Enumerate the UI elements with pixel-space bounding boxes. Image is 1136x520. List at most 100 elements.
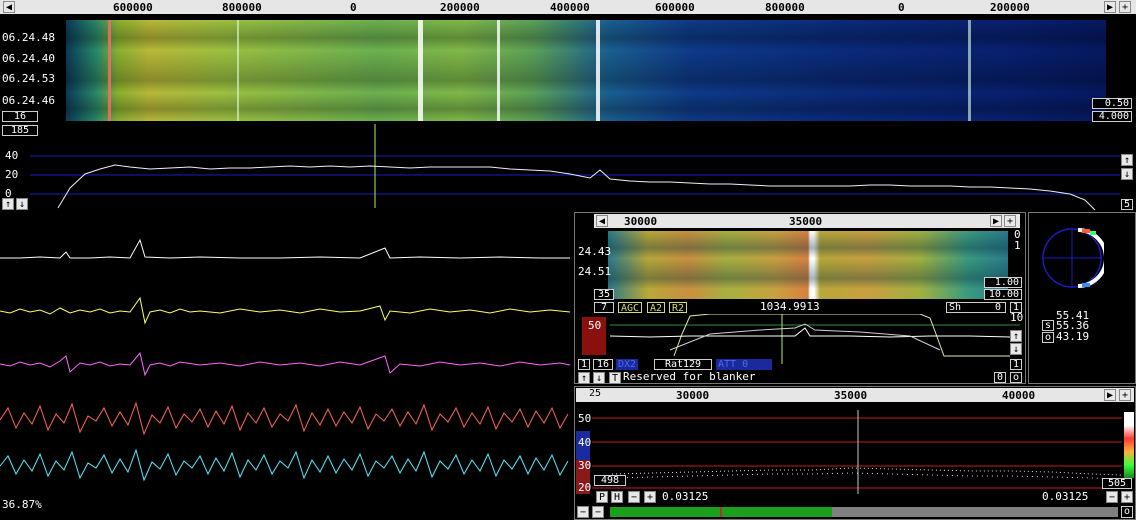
blanker-label: Reserved for blanker <box>623 370 756 383</box>
bottom-minus-2[interactable]: − <box>592 506 604 518</box>
sh-value: 0 <box>994 302 1001 313</box>
smeter-s-label[interactable]: s <box>1042 320 1054 331</box>
baseband-spectrum[interactable] <box>610 314 1020 364</box>
baseband-avg-box[interactable]: 35 <box>594 289 614 300</box>
baseband-num-box[interactable]: 7 <box>594 302 614 313</box>
hires-color-scale <box>1124 412 1134 478</box>
waterfall-time: 06.24.40 <box>2 52 55 65</box>
spectrum-right-up-button[interactable]: ↑ <box>1121 154 1133 166</box>
sh-box[interactable]: Sh 0 <box>946 302 1006 313</box>
hires-minus-button[interactable]: − <box>628 491 640 503</box>
trace-cyan <box>0 448 569 482</box>
spectrum-y-label: 20 <box>5 168 19 181</box>
baseband-scale-plus[interactable]: + <box>1004 215 1016 227</box>
hires-left-value[interactable]: 498 <box>594 475 626 486</box>
baseband-right-10: 10 <box>1010 311 1024 324</box>
baseband-waterfall[interactable] <box>608 231 1008 299</box>
att-button[interactable]: ATT 0 <box>716 359 772 370</box>
hires-scale-plus[interactable]: + <box>1119 389 1131 401</box>
scale-label: 600000 <box>655 1 695 14</box>
agc-button[interactable]: AGC <box>618 302 643 314</box>
rat-box[interactable]: Rat129 <box>654 359 712 370</box>
main-spectrum-svg <box>30 124 1120 211</box>
waterfall-signal-line <box>968 20 971 121</box>
waterfall-avg-box[interactable]: 16 <box>2 111 38 122</box>
hires-right-plus[interactable]: + <box>1121 491 1133 503</box>
main-spectrum[interactable] <box>0 124 1136 212</box>
bottom-minus-1[interactable]: − <box>577 506 589 518</box>
trace-magenta <box>0 351 570 377</box>
trace-red <box>0 401 569 436</box>
bottom-progress-marker <box>720 507 722 517</box>
scale-label: 200000 <box>440 1 480 14</box>
waterfall-signal-line <box>596 20 600 121</box>
hires-num-box[interactable]: 25 <box>578 389 612 401</box>
blanker-up-button[interactable]: ↑ <box>578 372 590 384</box>
baseband-right-1[interactable]: 1 <box>1010 359 1022 370</box>
blanker-down-button[interactable]: ↓ <box>593 372 605 384</box>
baseband-time: 24.51 <box>578 265 612 278</box>
hires-scale-label: 30000 <box>676 389 710 402</box>
dx-button[interactable]: DX2 <box>616 359 639 370</box>
trace-yellow <box>0 296 570 325</box>
scale-right-button[interactable]: ▶ <box>1104 1 1116 13</box>
waterfall-time: 06.24.46 <box>2 94 55 107</box>
hires-right-minus[interactable]: − <box>1106 491 1118 503</box>
scale-label: 600000 <box>113 1 153 14</box>
scale-label: 800000 <box>765 1 805 14</box>
hires-y-label: 40 <box>578 436 592 449</box>
baseband-level-bar[interactable]: 50 <box>582 317 606 355</box>
waterfall-signal-line <box>418 20 423 121</box>
main-waterfall[interactable] <box>66 20 1106 121</box>
spectrum-up-button[interactable]: ↑ <box>2 198 14 210</box>
scale-label: 400000 <box>550 1 590 14</box>
hires-spectrum[interactable] <box>592 404 1122 494</box>
baseband-right-mid: 1 <box>1014 239 1021 252</box>
baseband-n1-box[interactable]: 1 <box>578 359 590 370</box>
blanker-t-button[interactable]: T <box>609 372 621 384</box>
hires-scale-label: 35000 <box>834 389 868 402</box>
hires-right-value[interactable]: 505 <box>1102 478 1132 489</box>
spectrum-y-label: 40 <box>5 149 19 162</box>
baseband-down-button[interactable]: ↓ <box>1010 343 1022 355</box>
blanker-small-box[interactable]: o <box>1010 372 1022 383</box>
spectrum-down-button[interactable]: ↓ <box>16 198 28 210</box>
baseband-n16-box[interactable]: 16 <box>593 359 613 370</box>
waterfall-signal-line <box>237 20 239 121</box>
baseband-up-button[interactable]: ↑ <box>1010 330 1022 342</box>
hires-p-button[interactable]: P <box>596 491 608 503</box>
hires-plus-button[interactable]: + <box>644 491 656 503</box>
time-traces <box>0 238 570 482</box>
hires-scale-right[interactable]: ▶ <box>1104 389 1116 401</box>
bottom-progress[interactable] <box>610 507 1118 517</box>
spectrum-level-box[interactable]: 185 <box>2 125 38 136</box>
waterfall-signal-line <box>108 20 111 121</box>
baseband-scale-left[interactable]: ◀ <box>596 215 608 227</box>
hires-bw-left: 0.03125 <box>662 490 709 503</box>
baseband-scale-right[interactable]: ▶ <box>990 215 1002 227</box>
spectrum-right-value-box[interactable]: 5 <box>1121 199 1133 210</box>
scale-expand-button[interactable]: + <box>1119 1 1131 13</box>
r2-button[interactable]: R2 <box>669 302 688 314</box>
baseband-zero-box[interactable]: 10.00 <box>984 289 1022 300</box>
smeter-o-label[interactable]: o <box>1042 332 1054 343</box>
scale-label: 200000 <box>990 1 1030 14</box>
scale-label: 0 <box>350 1 357 14</box>
smeter-o-value: 43.19 <box>1056 330 1090 343</box>
hires-scale[interactable]: 25 ▶ + 30000 35000 40000 <box>576 388 1134 402</box>
main-frequency-scale[interactable]: ◀ ▶ + 600000 800000 0 200000 400000 6000… <box>0 0 1136 14</box>
spectrum-right-down-button[interactable]: ↓ <box>1121 168 1133 180</box>
hires-h-button[interactable]: H <box>611 491 623 503</box>
a2-button[interactable]: A2 <box>647 302 666 314</box>
waterfall-gain-box[interactable]: 0.50 <box>1092 98 1132 109</box>
baseband-time: 24.43 <box>578 245 612 258</box>
baseband-scale-label: 35000 <box>789 215 823 228</box>
scale-left-button[interactable]: ◀ <box>3 1 15 13</box>
waterfall-zero-box[interactable]: 4.000 <box>1092 111 1132 122</box>
baseband-gain-box[interactable]: 1.00 <box>984 277 1022 288</box>
waterfall-time: 06.24.53 <box>2 72 55 85</box>
scale-label: 800000 <box>222 1 262 14</box>
bottom-o-box[interactable]: o <box>1121 506 1133 518</box>
baseband-scale[interactable]: ◀ ▶ + 30000 35000 <box>594 214 1020 228</box>
blanker-o-box[interactable]: 0 <box>994 372 1006 383</box>
